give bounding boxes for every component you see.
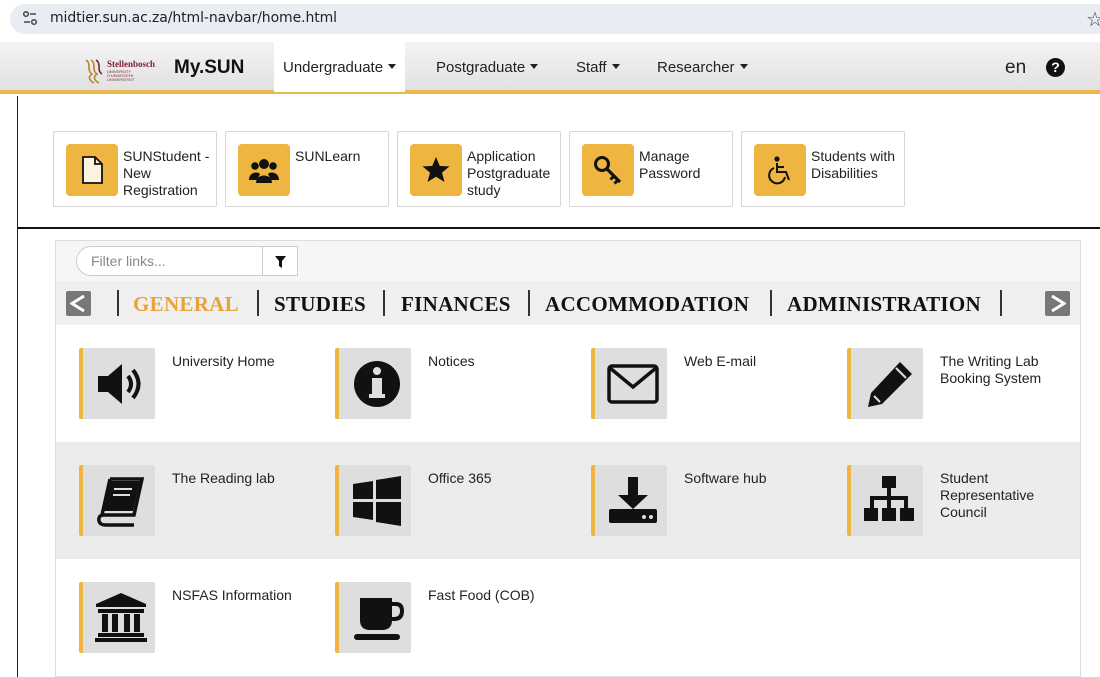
link-nsfas-information[interactable]: NSFAS Information (79, 582, 329, 654)
wheelchair-icon (754, 144, 806, 196)
bank-icon (79, 582, 155, 653)
link-label: Notices (428, 353, 475, 369)
tab-administration[interactable]: ADMINISTRATION (787, 292, 981, 317)
speaker-icon (79, 348, 155, 419)
site-settings-icon[interactable] (22, 10, 38, 26)
quick-link-label: Application Postgraduate study (467, 148, 551, 198)
links-row: University Home Notices Web E-mail The W… (56, 325, 1080, 442)
quick-link-label: Students with Disabilities (811, 148, 896, 181)
filter-links-input[interactable] (91, 253, 261, 269)
link-label: Fast Food (COB) (428, 587, 535, 603)
nav-tab-postgraduate[interactable]: Postgraduate (436, 42, 539, 92)
links-panel: GENERAL STUDIES FINANCES ACCOMMODATION A… (55, 240, 1081, 677)
link-label: Office 365 (428, 470, 492, 486)
link-notices[interactable]: Notices (335, 348, 585, 420)
funnel-icon (275, 256, 286, 268)
link-label: Web E-mail (684, 353, 757, 369)
links-row: NSFAS Information Fast Food (COB) (56, 559, 1080, 676)
pencil-icon (847, 348, 923, 419)
link-software-hub[interactable]: Software hub (591, 465, 841, 537)
link-label: NSFAS Information (172, 587, 292, 603)
document-icon (66, 144, 118, 196)
tab-separator (770, 290, 772, 316)
tab-accommodation[interactable]: ACCOMMODATION (545, 292, 749, 317)
key-icon (582, 144, 634, 196)
browser-url-bar: midtier.sun.ac.za/html-navbar/home.html … (0, 0, 1100, 38)
link-reading-lab[interactable]: The Reading lab (79, 465, 329, 537)
link-label: Student Representative Council (940, 470, 1035, 520)
caret-down-icon (611, 64, 620, 69)
page-left-border (17, 96, 18, 677)
tab-separator (528, 290, 530, 316)
link-label: Software hub (684, 470, 767, 486)
group-icon (238, 144, 290, 196)
quick-link-manage-password[interactable]: Manage Password (569, 131, 733, 207)
caret-down-icon (530, 64, 539, 69)
info-icon (335, 348, 411, 419)
top-navbar: Stellenbosch UNIVERSITY IYUNIVESITHI UNI… (0, 42, 1100, 94)
quick-link-postgraduate-application[interactable]: Application Postgraduate study (397, 131, 561, 207)
tab-separator (257, 290, 259, 316)
bookmark-star-icon[interactable]: ☆ (1086, 7, 1100, 32)
brand-title[interactable]: My.SUN (174, 57, 244, 79)
category-tabs: GENERAL STUDIES FINANCES ACCOMMODATION A… (56, 281, 1080, 325)
scroll-right-arrow-icon[interactable] (1045, 291, 1070, 316)
caret-down-icon (739, 64, 748, 69)
link-label: University Home (172, 353, 275, 369)
coffee-icon (335, 582, 411, 653)
logo-wordmark: Stellenbosch (107, 59, 156, 69)
tab-general[interactable]: GENERAL (133, 292, 239, 317)
quick-link-sunlearn[interactable]: SUNLearn (225, 131, 389, 207)
link-writing-lab[interactable]: The Writing Lab Booking System (847, 348, 1097, 420)
link-web-email[interactable]: Web E-mail (591, 348, 841, 420)
link-university-home[interactable]: University Home (79, 348, 329, 420)
link-label: The Writing Lab Booking System (940, 353, 1042, 386)
filter-button[interactable] (262, 246, 298, 276)
section-divider (17, 227, 1100, 229)
link-student-representative-council[interactable]: Student Representative Council (847, 465, 1097, 537)
link-office-365[interactable]: Office 365 (335, 465, 585, 537)
caret-down-icon (388, 64, 397, 69)
stellenbosch-logo[interactable]: Stellenbosch UNIVERSITY IYUNIVESITHI UNI… (84, 58, 156, 84)
tab-separator (383, 290, 385, 316)
language-toggle[interactable]: en (1005, 57, 1026, 79)
quick-link-students-with-disabilities[interactable]: Students with Disabilities (741, 131, 905, 207)
quick-link-label: SUNLearn (295, 148, 361, 164)
links-row: The Reading lab Office 365 Software hub … (56, 442, 1080, 559)
tab-separator (117, 290, 119, 316)
quick-link-sunstudent[interactable]: SUNStudent - New Registration (53, 131, 217, 207)
tab-studies[interactable]: STUDIES (274, 292, 366, 317)
download-icon (591, 465, 667, 536)
tab-finances[interactable]: FINANCES (401, 292, 511, 317)
crest-icon (85, 59, 103, 84)
envelope-icon (591, 348, 667, 419)
logo-subtitle: UNIVERSITY IYUNIVESITHI UNIVERSITEIT (107, 69, 135, 82)
nav-tab-undergraduate[interactable]: Undergraduate (274, 42, 406, 92)
nav-tab-staff[interactable]: Staff (576, 42, 620, 92)
book-icon (79, 465, 155, 536)
windows-icon (335, 465, 411, 536)
sitemap-icon (847, 465, 923, 536)
scroll-left-arrow-icon[interactable] (66, 291, 91, 316)
tab-separator (1000, 290, 1002, 316)
help-icon[interactable]: ? (1046, 58, 1065, 77)
quick-link-label: SUNStudent - New Registration (123, 148, 210, 198)
quick-link-label: Manage Password (639, 148, 701, 181)
link-label: The Reading lab (172, 470, 275, 486)
nav-tab-researcher[interactable]: Researcher (657, 42, 748, 92)
star-icon (410, 144, 462, 196)
link-fast-food[interactable]: Fast Food (COB) (335, 582, 585, 654)
url-text[interactable]: midtier.sun.ac.za/html-navbar/home.html (50, 10, 337, 26)
